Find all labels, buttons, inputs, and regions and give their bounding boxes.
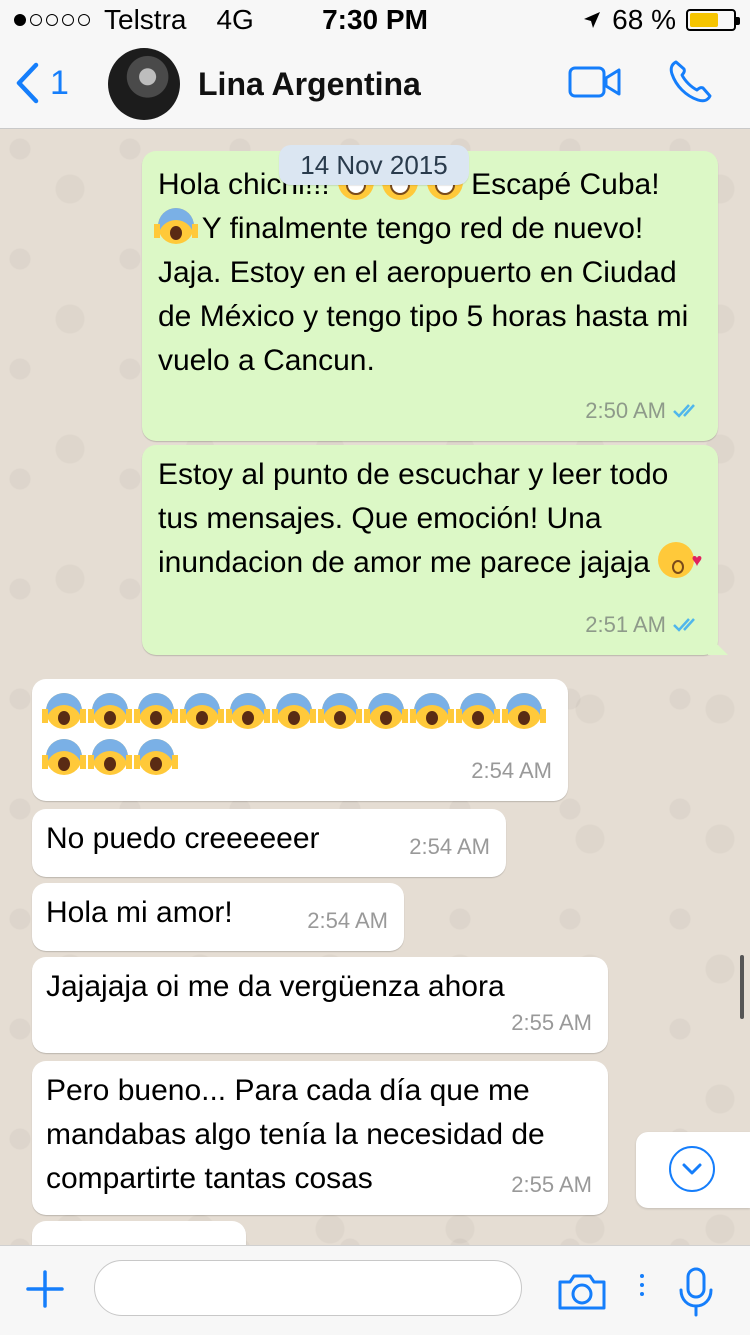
camera-button[interactable] xyxy=(556,1272,608,1317)
message-meta: 2:55 AM xyxy=(511,1001,592,1045)
chevron-down-icon xyxy=(669,1146,715,1192)
scream-emoji-icon xyxy=(272,693,316,729)
message-meta: 2:50 AM xyxy=(585,389,702,433)
microphone-button[interactable] xyxy=(676,1266,716,1323)
avatar[interactable] xyxy=(108,48,180,120)
more-options-icon[interactable] xyxy=(640,1274,644,1296)
video-camera-icon xyxy=(568,66,621,98)
message-meta: 2:54 AM xyxy=(409,825,490,869)
message-bubble-outgoing[interactable]: Hola chichi!!! Escapé Cuba! Y finalmente… xyxy=(142,151,718,441)
message-input[interactable] xyxy=(94,1260,522,1316)
message-meta: 2:54 AM xyxy=(471,749,552,793)
battery-icon xyxy=(686,9,740,31)
message-text: Hola chichi!!! Escapé Cuba! Y finalmente… xyxy=(154,163,702,383)
scream-emoji-icon xyxy=(154,208,198,244)
back-button[interactable]: 1 xyxy=(14,62,69,104)
chat-area[interactable]: 14 Nov 2015 Hola chichi!!! Escapé Cuba! … xyxy=(0,129,750,1245)
message-time: 2:50 AM xyxy=(585,398,666,423)
kiss-emoji-icon xyxy=(658,538,702,582)
phone-icon xyxy=(669,60,712,103)
scream-emoji-icon xyxy=(456,693,500,729)
chat-header: 1 Lina Argentina xyxy=(0,40,750,129)
message-text-part: Escapé Cuba! xyxy=(462,168,660,201)
scream-emoji-icon xyxy=(318,693,362,729)
message-bubble-incoming[interactable]: Jajajaja oi me da vergüenza ahora 2:55 A… xyxy=(32,957,608,1053)
scream-emoji-icon xyxy=(502,693,546,729)
attach-button[interactable] xyxy=(24,1268,66,1315)
scrollbar[interactable] xyxy=(740,955,744,1019)
message-meta: 2:55 AM xyxy=(511,1163,592,1207)
message-bubble-incoming[interactable]: Hola mi amor! 2:54 AM xyxy=(32,883,404,951)
scroll-to-bottom-button[interactable] xyxy=(636,1132,750,1208)
scream-emoji-icon xyxy=(410,693,454,729)
message-bubble-incoming[interactable] xyxy=(32,1221,246,1245)
message-time: 2:54 AM xyxy=(409,834,490,859)
message-bubble-incoming[interactable]: 2:54 AM xyxy=(32,679,568,801)
scream-emoji-icon xyxy=(226,693,270,729)
message-bubble-outgoing[interactable]: Estoy al punto de escuchar y leer todo t… xyxy=(142,445,718,655)
plus-icon xyxy=(26,1270,64,1308)
scream-emoji-icon xyxy=(88,739,132,775)
date-separator: 14 Nov 2015 xyxy=(279,145,469,185)
camera-icon xyxy=(558,1274,606,1310)
message-text-part: Y finalmente tengo red de nuevo! Jaja. E… xyxy=(158,212,689,377)
message-time: 2:54 AM xyxy=(307,908,388,933)
status-bar: Telstra 4G 7:30 PM 68 % xyxy=(0,0,750,40)
message-time: 2:55 AM xyxy=(511,1010,592,1035)
location-arrow-icon xyxy=(584,12,601,28)
unread-count: 1 xyxy=(50,63,69,102)
scream-emoji-icon xyxy=(364,693,408,729)
message-time: 2:51 AM xyxy=(585,612,666,637)
message-meta: 2:51 AM xyxy=(585,603,702,647)
message-text: Estoy al punto de escuchar y leer todo t… xyxy=(158,453,702,585)
scream-emoji-icon xyxy=(42,693,86,729)
message-text-part: Estoy al punto de escuchar y leer todo t… xyxy=(158,458,669,579)
read-ticks-icon xyxy=(673,404,695,418)
status-right: 68 % xyxy=(582,4,740,36)
message-time: 2:54 AM xyxy=(471,758,552,783)
scream-emoji-icon xyxy=(42,739,86,775)
message-time: 2:55 AM xyxy=(511,1172,592,1197)
input-bar xyxy=(0,1245,750,1335)
contact-name[interactable]: Lina Argentina xyxy=(198,66,421,103)
message-bubble-incoming[interactable]: Pero bueno... Para cada día que me manda… xyxy=(32,1061,608,1215)
video-call-button[interactable] xyxy=(568,64,622,105)
message-bubble-incoming[interactable]: No puedo creeeeeer 2:54 AM xyxy=(32,809,506,877)
battery-percent: 68 % xyxy=(612,4,676,35)
scream-emoji-icon xyxy=(88,693,132,729)
message-meta: 2:54 AM xyxy=(307,899,388,943)
scream-emoji-icon xyxy=(134,693,178,729)
chevron-left-icon xyxy=(16,62,39,104)
scream-emoji-icon xyxy=(134,739,178,775)
read-ticks-icon xyxy=(673,618,695,632)
scream-emoji-icon xyxy=(180,693,224,729)
voice-call-button[interactable] xyxy=(666,56,716,111)
microphone-icon xyxy=(679,1267,713,1317)
